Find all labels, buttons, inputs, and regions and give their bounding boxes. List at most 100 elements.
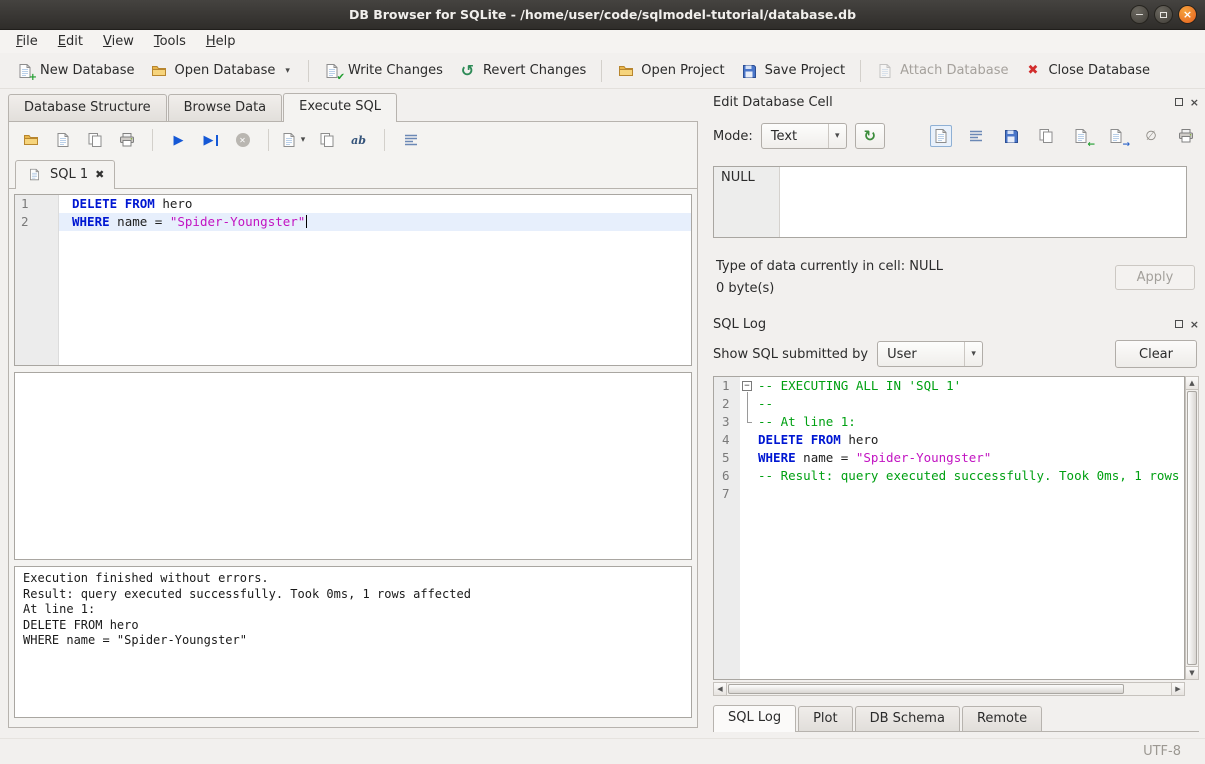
tab-browse-data[interactable]: Browse Data [168,94,283,121]
scroll-up-icon[interactable]: ▲ [1186,377,1198,390]
cell-text-area[interactable] [780,167,1186,237]
float-panel-icon[interactable] [1175,98,1183,106]
open-database-button[interactable]: Open Database ▾ [143,57,301,84]
code-text [755,485,1184,503]
apply-button[interactable]: Apply [1115,265,1195,290]
save-cell-button[interactable] [1000,125,1022,147]
message-line: At line 1: [23,602,683,618]
log-filter-row: Show SQL submitted by User ▾ Clear [713,340,1197,368]
toolbar-separator [601,60,602,82]
message-line: WHERE name = "Spider-Youngster" [23,633,683,649]
vertical-scroll-thumb[interactable] [1187,391,1197,665]
code-token: -- [758,396,773,411]
export-cell-button[interactable]: → [1105,125,1127,147]
dock-tab-db-schema[interactable]: DB Schema [855,706,960,731]
maximize-icon [1160,12,1167,18]
tab-database-structure[interactable]: Database Structure [8,94,167,121]
revert-changes-button[interactable]: ↺ Revert Changes [451,57,594,84]
open-sql-file-button[interactable] [17,128,44,153]
scroll-left-icon[interactable]: ◀ [714,683,727,695]
close-button[interactable]: × [1178,5,1197,24]
text-mode-button[interactable] [930,125,952,147]
toolbar-separator [860,60,861,82]
open-project-button[interactable]: Open Project [609,57,732,84]
sql-log-title: SQL Log [713,317,1175,332]
close-panel-icon[interactable]: × [1190,97,1199,108]
minimize-button[interactable]: − [1130,5,1149,24]
menu-tools[interactable]: Tools [144,32,196,51]
code-token: DELETE [72,196,117,211]
toolbar-separator [152,129,153,151]
sql-log-view[interactable]: 1−-- EXECUTING ALL IN 'SQL 1'2--3-- At l… [713,376,1185,680]
import-cell-button[interactable]: ← [1070,125,1092,147]
menu-view[interactable]: View [93,32,144,51]
export-results-button[interactable] [313,128,340,153]
open-database-dropdown-icon[interactable]: ▾ [282,66,293,76]
save-project-button[interactable]: Save Project [733,57,854,84]
vertical-scrollbar[interactable]: ▲ ▼ [1185,376,1199,680]
word-wrap-cell-button[interactable] [965,125,987,147]
find-replace-button[interactable]: ab [345,128,372,153]
maximize-button[interactable] [1154,5,1173,24]
set-null-button[interactable]: ∅ [1140,125,1162,147]
save-sql-as-button[interactable] [81,128,108,153]
submitted-by-combobox[interactable]: User ▾ [877,341,983,367]
sql-tab[interactable]: SQL 1 ✖ [15,160,115,189]
code-text: DELETE FROM hero [59,195,691,213]
close-panel-icon[interactable]: × [1190,319,1199,330]
save-results-button[interactable]: ▾ [281,128,308,153]
new-database-button[interactable]: + New Database [8,57,143,84]
clear-button[interactable]: Clear [1115,340,1197,368]
dock-tab-plot[interactable]: Plot [798,706,853,731]
results-view[interactable] [14,372,692,560]
copy-cell-button[interactable] [1035,125,1057,147]
scroll-down-icon[interactable]: ▼ [1186,666,1198,679]
code-text: -- Result: query executed successfully. … [755,467,1185,485]
chevron-down-icon: ▾ [828,124,846,148]
horizontal-scrollbar[interactable]: ◀ ▶ [713,682,1185,696]
menubar: File Edit View Tools Help [0,30,1205,53]
mode-value: Text [762,129,828,144]
left-panel: Database Structure Browse Data Execute S… [0,94,706,736]
sql-tab-bar: SQL 1 ✖ [9,158,697,189]
menu-file[interactable]: File [6,32,48,51]
menu-help[interactable]: Help [196,32,246,51]
stop-icon: ✕ [236,133,250,147]
print-sql-button[interactable] [113,128,140,153]
export-results-icon [318,132,335,149]
main-tab-bar: Database Structure Browse Data Execute S… [0,94,706,121]
scroll-right-icon[interactable]: ▶ [1171,683,1184,695]
sql-editor[interactable]: 1DELETE FROM hero2WHERE name = "Spider-Y… [14,194,692,366]
open-database-label: Open Database [175,63,276,78]
sql-tab-close-button[interactable]: ✖ [95,168,104,181]
menu-edit[interactable]: Edit [48,32,93,51]
fold-marker[interactable]: − [740,377,755,395]
word-wrap-button[interactable] [397,128,424,153]
message-line: Execution finished without errors. [23,571,683,587]
save-sql-file-button[interactable] [49,128,76,153]
execute-all-button[interactable]: ▶ [165,128,192,153]
dock-tab-remote[interactable]: Remote [962,706,1042,731]
mode-combobox[interactable]: Text ▾ [761,123,847,149]
cell-editor[interactable]: NULL [713,166,1187,238]
dock-tab-sql-log[interactable]: SQL Log [713,705,796,732]
close-database-icon: ✖ [1024,62,1041,79]
attach-database-icon [876,62,893,79]
print-cell-button[interactable] [1175,125,1197,147]
float-panel-icon[interactable] [1175,320,1183,328]
refresh-button[interactable]: ↻ [855,123,885,149]
execute-line-button[interactable]: ▶ [197,128,224,153]
refresh-icon: ↻ [864,129,877,144]
horizontal-scroll-thumb[interactable] [728,684,1124,694]
message-log[interactable]: Execution finished without errors.Result… [14,566,692,718]
save-results-dropdown-icon[interactable]: ▾ [298,135,309,145]
write-changes-icon: ✔ [324,62,341,79]
save-sql-file-icon [54,132,71,149]
write-changes-button[interactable]: ✔ Write Changes [316,57,451,84]
code-text: DELETE FROM hero [755,431,1184,449]
close-database-button[interactable]: ✖ Close Database [1016,57,1158,84]
close-database-label: Close Database [1048,63,1150,78]
code-token: hero [848,432,878,447]
collapse-icon[interactable]: − [742,381,752,391]
tab-execute-sql[interactable]: Execute SQL [283,93,397,122]
